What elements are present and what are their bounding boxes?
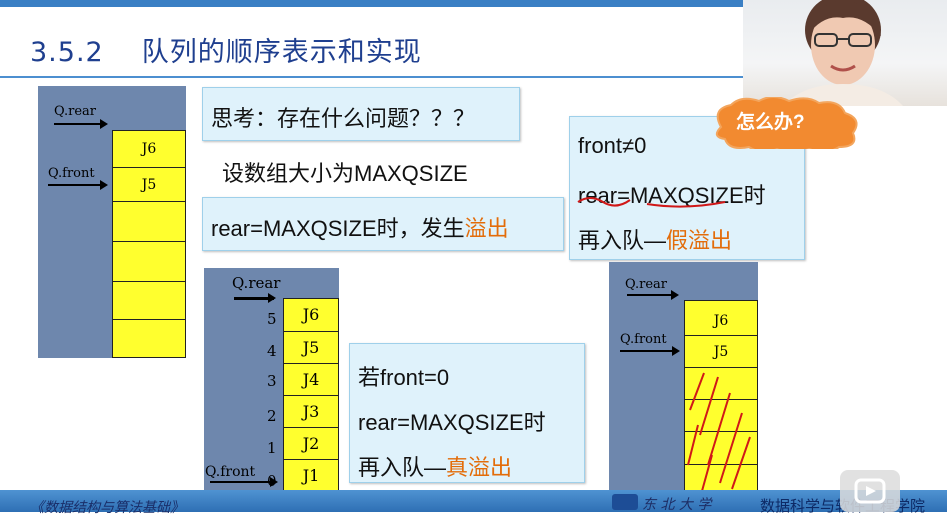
footer-course-title: 《数据结构与算法基础》 <box>30 500 184 516</box>
true-overflow-line1: 若front=0 <box>358 365 450 390</box>
middle-index-1: 1 <box>267 439 277 457</box>
think-box: 思考：存在什么问题？？？ <box>202 87 520 141</box>
middle-queue: J6 J5 J4 J3 J2 J1 <box>283 298 339 493</box>
left-cell-j5: J5 <box>113 167 185 202</box>
left-cell-5 <box>113 281 185 320</box>
left-front-label: Q.front <box>48 166 95 181</box>
middle-rear-label: Q.rear <box>232 274 281 292</box>
middle-cell-j2: J2 <box>284 427 338 460</box>
middle-index-2: 2 <box>267 407 277 425</box>
left-rear-arrow <box>54 119 108 129</box>
true-overflow-line3: 再入队—真溢出 <box>358 450 512 482</box>
middle-index-3: 3 <box>267 372 277 390</box>
think-text: 思考：存在什么问题？？？ <box>211 106 476 131</box>
left-queue: J6 J5 <box>112 130 186 358</box>
middle-front-label: Q.front <box>205 464 256 480</box>
right-rear-label: Q.rear <box>625 277 668 292</box>
false-overflow-line3: 再入队—假溢出 <box>578 223 732 255</box>
middle-cell-j1: J1 <box>284 459 338 492</box>
true-overflow-highlight: 真溢出 <box>446 455 513 480</box>
handwritten-underline-annotation <box>577 197 726 208</box>
left-cell-3 <box>113 201 185 242</box>
webcam-video <box>743 0 947 106</box>
slide-title: 3.5.2 队列的顺序表示和实现 <box>30 30 422 69</box>
left-cell-j6: J6 <box>141 141 157 157</box>
size-text: 设数组大小为MAXQSIZE <box>222 161 468 186</box>
left-cell-6 <box>113 319 185 358</box>
left-rear-label: Q.rear <box>54 104 97 119</box>
middle-cell-j4: J4 <box>284 363 338 396</box>
right-front-label: Q.front <box>620 332 667 347</box>
true-overflow-prefix: 再入队— <box>358 455 447 480</box>
university-logo-text: 东 北 大 学 <box>642 497 712 513</box>
middle-cell-j6: J6 <box>302 305 320 324</box>
handwritten-hatch-annotation <box>687 372 751 492</box>
title-text: 队列的顺序表示和实现 <box>141 37 422 68</box>
university-logo-icon <box>612 494 638 510</box>
video-play-button[interactable] <box>840 470 900 512</box>
right-rear-arrow <box>627 290 679 300</box>
false-overflow-prefix: 再入队— <box>578 228 667 253</box>
right-cell-j5: J5 <box>685 335 757 368</box>
overflow-prefix: rear=MAXQSIZE时，发生 <box>211 216 465 241</box>
overflow-highlight: 溢出 <box>464 216 509 241</box>
overflow-text: rear=MAXQSIZE时，发生溢出 <box>211 211 509 243</box>
middle-cell-j5: J5 <box>284 331 338 364</box>
middle-cell-j3: J3 <box>284 395 338 428</box>
overflow-box: rear=MAXQSIZE时，发生溢出 <box>202 197 564 251</box>
middle-front-arrow <box>210 477 278 487</box>
play-icon[interactable] <box>840 470 900 512</box>
title-number: 3.5.2 <box>30 37 104 68</box>
false-overflow-highlight: 假溢出 <box>666 228 733 253</box>
left-cell-4 <box>113 241 185 282</box>
middle-index-4: 4 <box>267 342 277 360</box>
true-overflow-line2: rear=MAXQSIZE时 <box>358 410 546 435</box>
speech-bubble-text: 怎么办? <box>736 112 805 133</box>
presenter-image <box>783 0 903 106</box>
middle-index-5: 5 <box>267 310 277 328</box>
middle-rear-arrow <box>234 293 276 303</box>
true-overflow-box: 若front=0 rear=MAXQSIZE时 再入队—真溢出 <box>349 343 585 483</box>
right-cell-j6: J6 <box>713 313 729 329</box>
right-front-arrow <box>620 346 680 356</box>
false-overflow-line1: front≠0 <box>578 133 647 158</box>
title-underline <box>0 76 745 78</box>
left-front-arrow <box>48 180 108 190</box>
